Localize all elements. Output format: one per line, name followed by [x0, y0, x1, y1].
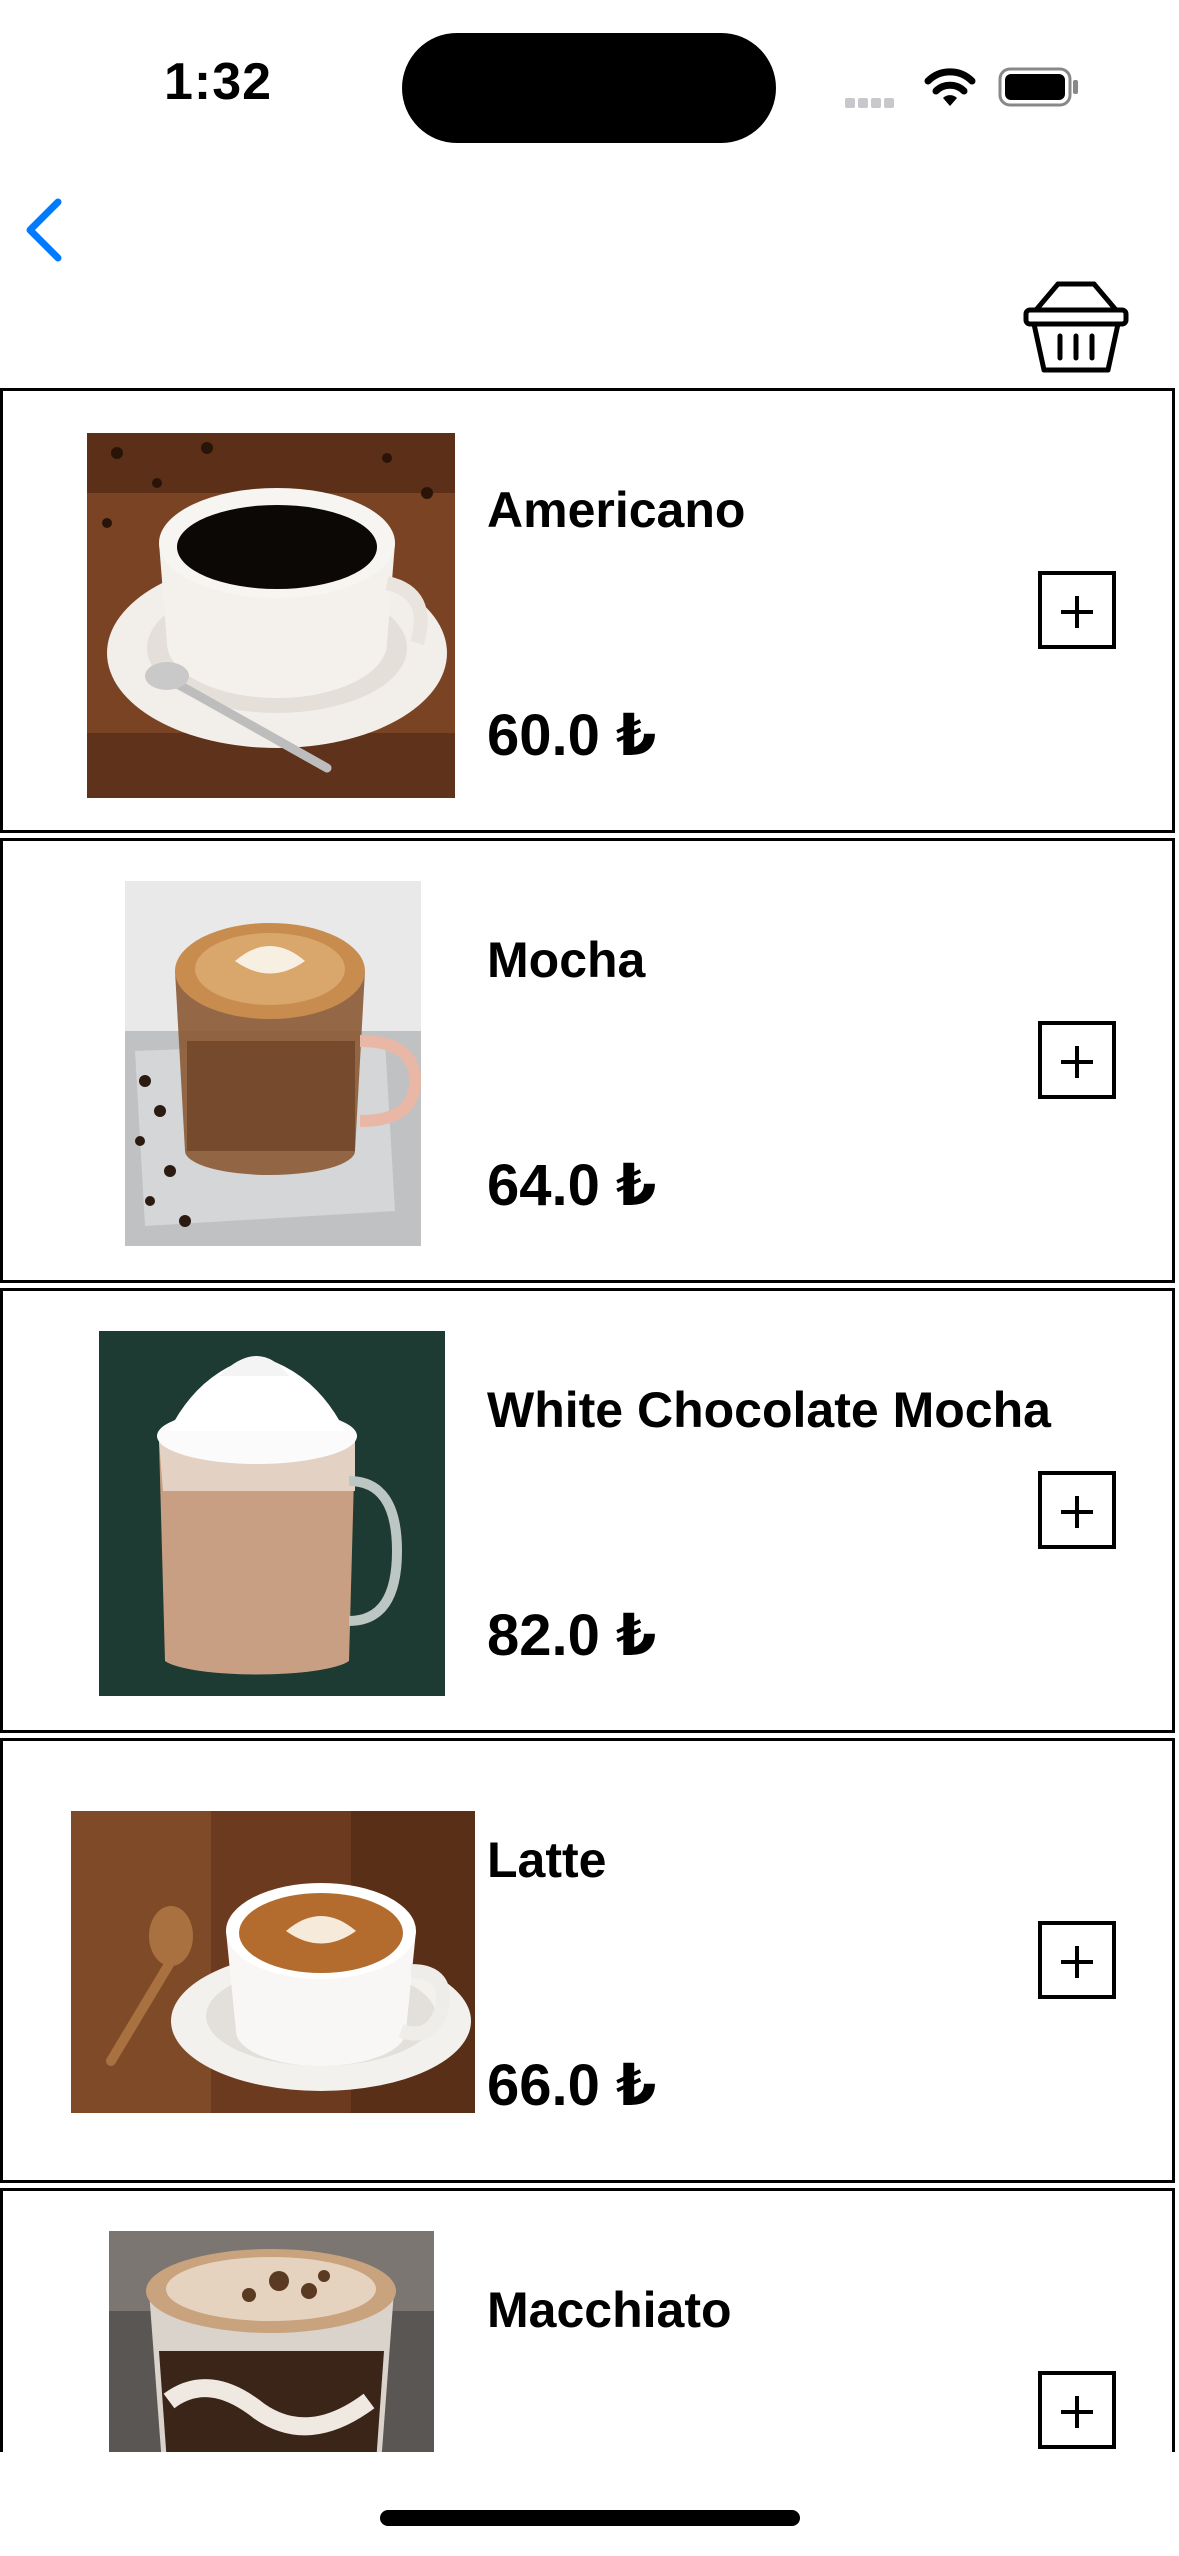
product-price: 60.0 ₺	[487, 703, 657, 768]
back-chevron-icon[interactable]	[20, 190, 80, 270]
add-to-cart-button[interactable]	[1038, 571, 1116, 649]
latte-image	[71, 1811, 475, 2113]
product-row[interactable]: Mocha 64.0 ₺	[0, 838, 1175, 1283]
macchiato-image	[109, 2231, 434, 2452]
product-price: 82.0 ₺	[487, 1603, 657, 1668]
wifi-icon	[924, 68, 976, 106]
americano-image	[87, 433, 455, 798]
product-name: Americano	[487, 482, 746, 538]
status-bar: 1:32	[0, 0, 1179, 175]
product-row[interactable]: Latte 66.0 ₺	[0, 1738, 1175, 2183]
product-price: 66.0 ₺	[487, 2053, 657, 2118]
add-to-cart-button[interactable]	[1038, 1021, 1116, 1099]
battery-icon	[998, 67, 1078, 107]
cellular-signal-icon	[845, 95, 897, 113]
product-list[interactable]: Americano 60.0 ₺ Mocha 64.0 ₺ White Choc…	[0, 388, 1179, 2452]
home-indicator	[380, 2510, 800, 2526]
add-to-cart-button[interactable]	[1038, 2371, 1116, 2449]
product-row[interactable]: Americano 60.0 ₺	[0, 388, 1175, 833]
basket-icon[interactable]	[1022, 278, 1130, 378]
product-row[interactable]: White Chocolate Mocha 82.0 ₺	[0, 1288, 1175, 1733]
add-to-cart-button[interactable]	[1038, 1471, 1116, 1549]
product-price: 64.0 ₺	[487, 1153, 657, 1218]
dynamic-island	[402, 33, 776, 143]
product-name: Latte	[487, 1832, 607, 1888]
status-time: 1:32	[164, 53, 273, 111]
product-name: Mocha	[487, 932, 646, 988]
product-name: Macchiato	[487, 2282, 732, 2338]
white-chocolate-mocha-image	[99, 1331, 445, 1696]
mocha-image	[125, 881, 421, 1246]
add-to-cart-button[interactable]	[1038, 1921, 1116, 1999]
product-name: White Chocolate Mocha	[487, 1382, 1051, 1438]
product-row[interactable]: Macchiato	[0, 2188, 1175, 2452]
